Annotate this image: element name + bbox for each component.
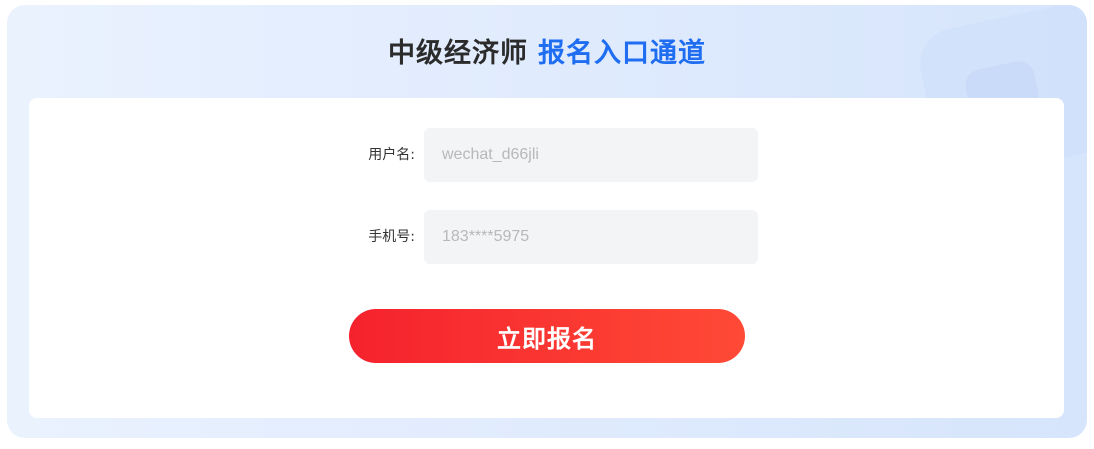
username-label: 用户名: [368,147,415,163]
username-input[interactable] [424,128,758,182]
title-accent: 报名入口通道 [538,38,706,69]
phone-input[interactable] [424,210,758,264]
registration-panel: 中级经济师报名入口通道 用户名: 手机号: 立即报名 [7,5,1087,438]
phone-label: 手机号: [368,229,415,245]
page-title: 中级经济师 报名入口通道 [7,37,1087,71]
form-card: 用户名: 手机号: 立即报名 [29,98,1064,418]
phone-row: 手机号: [29,210,1064,264]
register-now-button[interactable]: 立即报名 [349,309,745,363]
username-row: 用户名: [29,128,1064,182]
title-main: 中级经济师 [388,38,528,69]
